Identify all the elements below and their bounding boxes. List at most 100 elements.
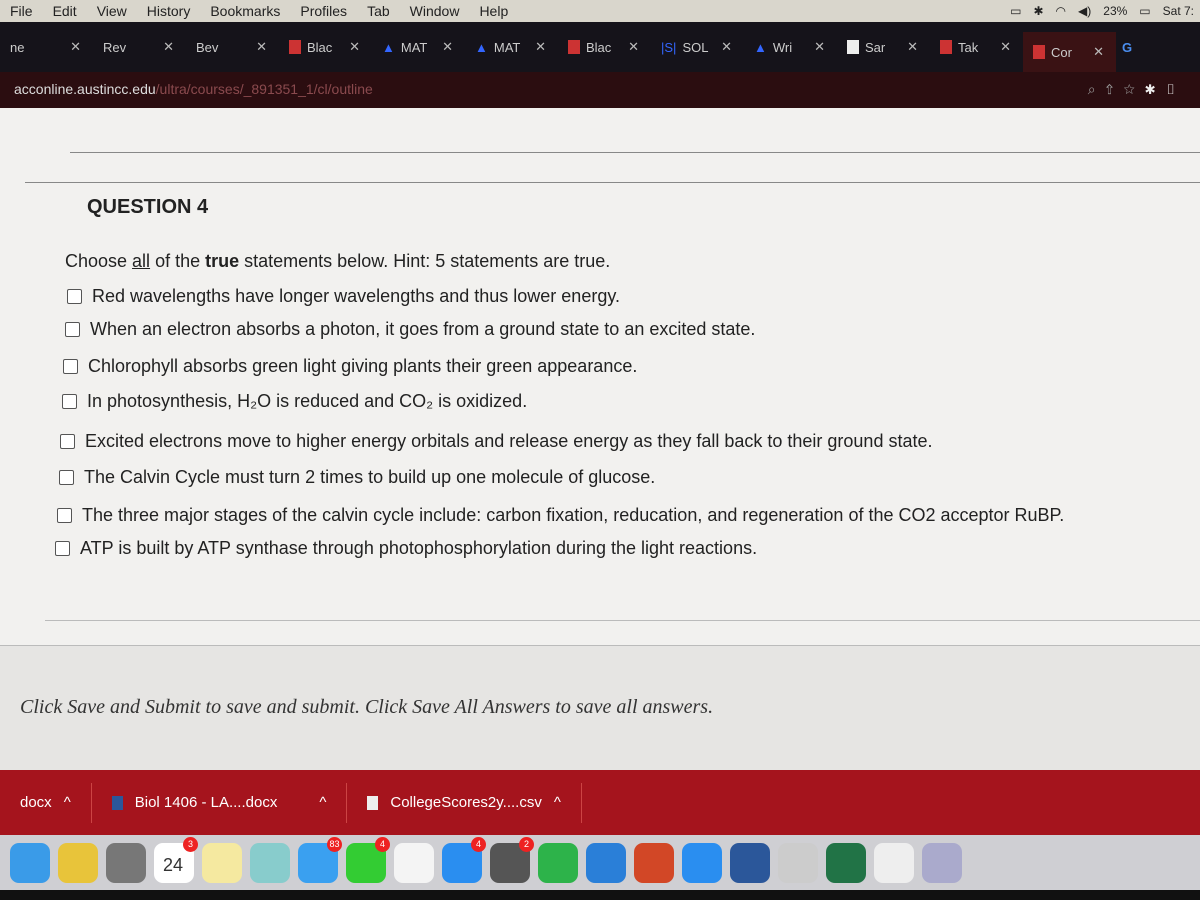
battery-percent[interactable]: 23% [1103, 4, 1127, 18]
system-preferences-icon[interactable]: 2 [490, 836, 534, 883]
search-icon[interactable]: ⌕ [1088, 81, 1106, 97]
calendar-icon[interactable]: 24 3 [154, 836, 198, 883]
close-icon[interactable]: ✕ [907, 39, 918, 55]
menu-file[interactable]: File [10, 3, 33, 19]
answer-option[interactable]: ATP is built by ATP synthase through pho… [55, 538, 757, 559]
checkbox[interactable] [63, 359, 78, 374]
answer-option[interactable]: In photosynthesis, H₂O is reduced and CO… [62, 391, 527, 412]
tab-label: Wri [772, 39, 793, 55]
close-icon[interactable]: ✕ [70, 39, 81, 55]
facetime-icon[interactable]: 4 [346, 836, 390, 883]
close-icon[interactable]: ✕ [442, 39, 453, 55]
finder-icon[interactable] [10, 842, 50, 883]
close-icon[interactable]: ✕ [256, 39, 267, 55]
tab-label: Blac [307, 39, 333, 55]
browser-tab[interactable]: ▲ MAT ✕ [465, 39, 558, 55]
word-file-icon [111, 795, 123, 810]
airplay-icon[interactable]: ▭ [1010, 4, 1021, 18]
menu-window[interactable]: Window [410, 3, 460, 19]
browser-tab[interactable]: Bev ✕ [186, 39, 279, 55]
wifi-icon[interactable]: ◠ [1056, 4, 1066, 18]
menu-help[interactable]: Help [479, 3, 508, 19]
launchpad-icon[interactable] [106, 842, 146, 883]
bluetooth-icon[interactable]: ✱ [1033, 4, 1043, 18]
checkbox[interactable] [57, 508, 72, 523]
close-icon[interactable]: ✕ [1093, 44, 1104, 60]
browser-tab[interactable]: Blac ✕ [558, 39, 651, 55]
chevron-up-icon[interactable]: ^ [64, 794, 71, 811]
close-icon[interactable]: ✕ [1000, 39, 1011, 55]
download-item[interactable]: docx ^ [0, 782, 92, 823]
answer-option[interactable]: Excited electrons move to higher energy … [60, 431, 932, 452]
app-store-icon[interactable]: 4 [442, 836, 486, 883]
browser-tab[interactable]: Blac ✕ [279, 39, 372, 55]
itunes-icon[interactable] [394, 842, 434, 883]
checkbox[interactable] [60, 434, 75, 449]
checkbox[interactable] [59, 470, 74, 485]
close-icon[interactable]: ✕ [628, 39, 639, 55]
browser-tab[interactable]: ▲ MAT ✕ [372, 39, 465, 55]
chrome-icon[interactable] [58, 842, 98, 883]
close-icon[interactable]: ✕ [814, 39, 825, 55]
answer-option[interactable]: The three major stages of the calvin cyc… [57, 505, 1064, 526]
spotify-icon[interactable] [538, 842, 578, 883]
close-icon[interactable]: ✕ [349, 39, 360, 55]
keychain-icon[interactable] [778, 842, 818, 883]
submit-instructions: Click Save and Submit to save and submit… [20, 696, 714, 718]
share-icon[interactable]: ⇧ [1106, 81, 1124, 97]
volume-icon[interactable]: ◀) [1078, 4, 1091, 18]
browser-tab[interactable]: |S| SOL ✕ [651, 39, 744, 55]
answer-option[interactable]: Red wavelengths have longer wavelengths … [67, 286, 620, 307]
checkbox[interactable] [67, 289, 82, 304]
close-icon[interactable]: ✕ [535, 39, 546, 55]
excel-icon[interactable] [826, 842, 866, 883]
answer-option[interactable]: Chlorophyll absorbs green light giving p… [63, 356, 637, 377]
close-icon[interactable]: ✕ [163, 39, 174, 55]
maps-icon[interactable] [250, 842, 290, 883]
preview-icon[interactable] [922, 842, 962, 883]
browser-tab[interactable]: ▲ Wri ✕ [744, 39, 837, 55]
numbers-icon[interactable] [874, 842, 914, 883]
extension-icon[interactable]: ✱ [1145, 81, 1165, 97]
answer-option[interactable]: When an electron absorbs a photon, it go… [65, 319, 755, 340]
chevron-up-icon[interactable]: ^ [319, 794, 326, 811]
close-icon[interactable]: ✕ [721, 39, 732, 55]
tab-label: ne [10, 39, 25, 55]
browser-tab[interactable]: Rev ✕ [93, 39, 186, 55]
tab-label: MAT [493, 39, 521, 55]
menu-history[interactable]: History [147, 3, 191, 19]
safari-icon[interactable] [682, 842, 722, 883]
menu-view[interactable]: View [97, 3, 127, 19]
menu-bar: File Edit View History Bookmarks Profile… [0, 0, 1200, 22]
clock[interactable]: Sat 7: [1163, 4, 1194, 18]
download-item[interactable]: Biol 1406 - LA....docx ^ [92, 782, 348, 823]
menu-bookmarks[interactable]: Bookmarks [210, 3, 280, 19]
star-icon[interactable]: ☆ [1123, 81, 1144, 97]
menu-profiles[interactable]: Profiles [300, 3, 347, 19]
download-item[interactable]: CollegeScores2y....csv ^ [347, 782, 582, 823]
word-icon[interactable] [730, 842, 770, 883]
checkbox[interactable] [65, 322, 80, 337]
messages-icon[interactable]: 83 [298, 836, 342, 883]
vpn-icon[interactable] [586, 842, 626, 883]
downloads-bar: docx ^ Biol 1406 - LA....docx ^ CollegeSco… [0, 770, 1200, 835]
checkbox[interactable] [62, 394, 77, 409]
notification-badge: 4 [471, 836, 486, 852]
question-title: QUESTION 4 [87, 196, 209, 218]
address-bar[interactable]: acconline.austincc.edu/ultra/courses/_89… [0, 72, 1200, 108]
sidebar-icon[interactable]: ▯ [1165, 81, 1186, 97]
chevron-up-icon[interactable]: ^ [554, 794, 561, 811]
checkbox[interactable] [55, 541, 70, 556]
menu-tab[interactable]: Tab [367, 3, 390, 19]
browser-tab[interactable]: Sar ✕ [837, 39, 930, 55]
browser-tab[interactable]: Tak ✕ [930, 39, 1023, 55]
menu-edit[interactable]: Edit [53, 3, 77, 19]
browser-tab-active[interactable]: Cor ✕ [1023, 32, 1116, 72]
blackboard-icon [568, 40, 580, 54]
answer-option[interactable]: The Calvin Cycle must turn 2 times to bu… [59, 467, 655, 488]
google-icon[interactable]: G [1122, 40, 1132, 55]
notes-icon[interactable] [202, 842, 242, 883]
browser-tab[interactable]: ne ✕ [0, 39, 93, 55]
powerpoint-icon[interactable] [634, 842, 674, 883]
tab-label: MAT [400, 39, 428, 55]
